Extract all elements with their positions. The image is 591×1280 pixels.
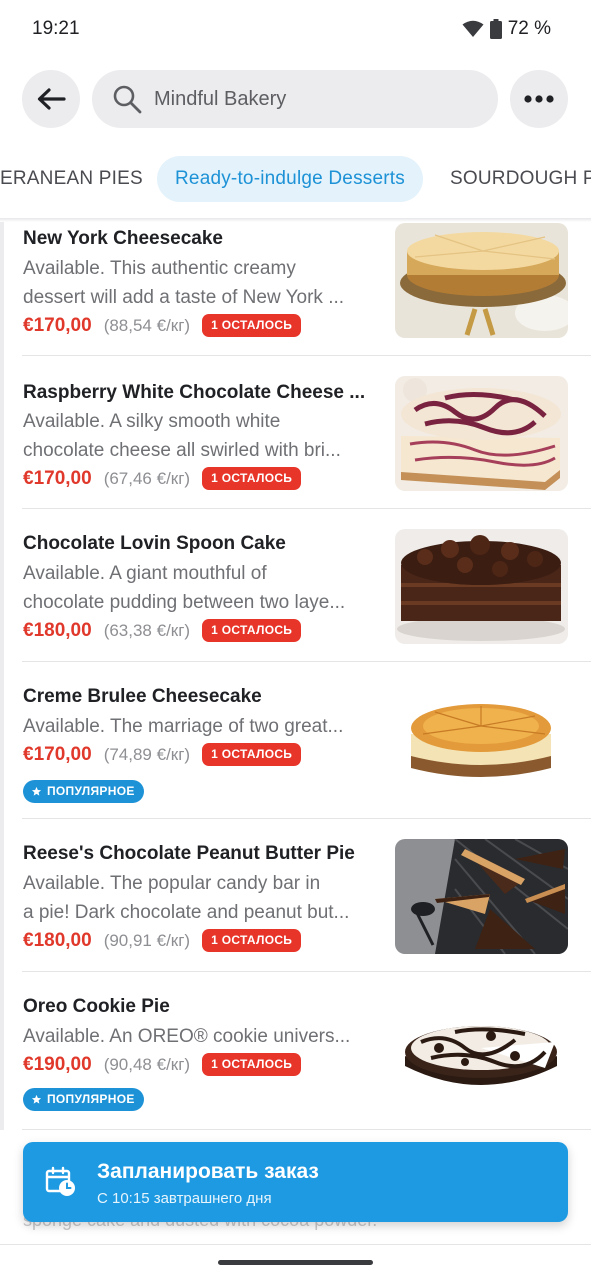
battery-level: 72 % [507,18,551,39]
item-description: Available. A silky smooth white chocolat… [23,407,373,465]
stock-badge: 1 ОСТАЛОСЬ [202,619,302,642]
price-row: €190,00 (90,48 €/кг) 1 ОСТАЛОСЬ [23,1053,302,1076]
star-icon [31,1094,42,1104]
list-item[interactable]: Reese's Chocolate Peanut Butter Pie Avai… [0,819,591,972]
list-item[interactable]: Chocolate Lovin Spoon Cake Available. A … [0,509,591,662]
product-image [395,529,568,644]
tab-ready-to-indulge-desserts[interactable]: Ready-to-indulge Desserts [157,156,423,202]
item-description: Available. An OREO® cookie univers... [23,1022,373,1051]
popular-badge: ПОПУЛЯРНОЕ [23,780,144,803]
list-item[interactable]: New York Cheesecake Available. This auth… [0,222,591,356]
schedule-subtitle: С 10:15 завтрашнего дня [97,1190,272,1207]
item-title: New York Cheesecake [23,228,223,249]
item-description-line: chocolate pudding between two laye... [23,592,346,613]
search-text: Mindful Bakery [154,87,287,110]
item-unit-price: (90,48 €/кг) [103,1054,191,1074]
status-bar: 19:21 72 % [0,0,591,58]
category-tabs: ERANEAN PIES Ready-to-indulge Desserts S… [0,156,591,204]
item-edge [0,222,4,356]
item-description-line: dessert will add a taste of New York ... [23,287,345,308]
status-time: 19:21 [32,18,80,39]
price-row: €180,00 (63,38 €/кг) 1 ОСТАЛОСЬ [23,619,302,642]
item-unit-price: (67,46 €/кг) [103,468,191,488]
product-image [395,839,568,954]
home-indicator[interactable] [218,1260,373,1265]
list-item[interactable]: Oreo Cookie Pie Available. An OREO® cook… [0,972,591,1130]
search-input[interactable]: Mindful Bakery [92,70,498,128]
more-options-button[interactable] [510,70,568,128]
item-price: €170,00 [23,314,92,336]
item-unit-price: (88,54 €/кг) [103,315,191,335]
item-description-line: Available. This authentic creamy [23,258,296,279]
item-price: €180,00 [23,619,92,641]
item-description-line: Available. A giant mouthful of [23,563,267,584]
item-unit-price: (90,91 €/кг) [103,930,191,950]
item-title: Chocolate Lovin Spoon Cake [23,533,286,554]
search-icon [113,85,142,114]
product-image [395,682,568,797]
product-image [395,992,568,1107]
tab-sourdough[interactable]: SOURDOUGH P [450,156,591,202]
stock-badge: 1 ОСТАЛОСЬ [202,743,302,766]
item-edge [0,819,4,972]
product-image [395,223,568,338]
more-dots-icon [524,95,554,103]
item-title: Raspberry White Chocolate Cheese ... [23,382,366,403]
item-description-line: chocolate cheese all swirled with bri... [23,440,341,461]
popular-label: ПОПУЛЯРНОЕ [47,784,135,798]
item-description: Available. A giant mouthful of chocolate… [23,559,373,617]
item-price: €170,00 [23,743,92,765]
stock-badge: 1 ОСТАЛОСЬ [202,1053,302,1076]
item-description-line: Available. The marriage of two great... [23,716,344,737]
search-row: Mindful Bakery [0,70,591,130]
tab-mediterranean-pies[interactable]: ERANEAN PIES [0,156,143,202]
item-description: Available. This authentic creamy dessert… [23,254,373,312]
price-row: €170,00 (74,89 €/кг) 1 ОСТАЛОСЬ [23,743,302,766]
calendar-clock-icon [45,1166,75,1196]
item-title: Reese's Chocolate Peanut Butter Pie [23,843,355,864]
schedule-order-button[interactable]: Запланировать заказ С 10:15 завтрашнего … [23,1142,568,1222]
item-edge [0,972,4,1130]
item-price: €180,00 [23,929,92,951]
item-description-line: Available. A silky smooth white [23,411,281,432]
item-description: Available. The marriage of two great... [23,712,373,741]
status-icons: 72 % [462,18,551,40]
item-edge [0,662,4,819]
item-description-line: a pie! Dark chocolate and peanut but... [23,902,350,923]
item-edge [0,509,4,662]
item-title: Creme Brulee Cheesecake [23,686,262,707]
product-image [395,376,568,491]
popular-badge: ПОПУЛЯРНОЕ [23,1088,144,1111]
price-row: €170,00 (88,54 €/кг) 1 ОСТАЛОСЬ [23,314,302,337]
item-unit-price: (63,38 €/кг) [103,620,191,640]
schedule-title: Запланировать заказ [97,1160,319,1183]
item-description-line: Available. An OREO® cookie univers... [23,1026,351,1047]
stock-badge: 1 ОСТАЛОСЬ [202,314,302,337]
item-unit-price: (74,89 €/кг) [103,744,191,764]
item-edge [0,356,4,509]
item-description-line: Available. The popular candy bar in [23,873,321,894]
list-item[interactable]: Creme Brulee Cheesecake Available. The m… [0,662,591,819]
star-icon [31,786,42,796]
stock-badge: 1 ОСТАЛОСЬ [202,929,302,952]
arrow-back-icon [37,88,66,110]
price-row: €180,00 (90,91 €/кг) 1 ОСТАЛОСЬ [23,929,302,952]
back-button[interactable] [22,70,80,128]
price-row: €170,00 (67,46 €/кг) 1 ОСТАЛОСЬ [23,467,302,490]
item-title: Oreo Cookie Pie [23,996,170,1017]
item-price: €190,00 [23,1053,92,1075]
item-description: Available. The popular candy bar in a pi… [23,869,373,927]
wifi-icon [462,20,484,37]
stock-badge: 1 ОСТАЛОСЬ [202,467,302,490]
battery-icon [489,19,502,39]
item-divider [22,1129,591,1130]
item-price: €170,00 [23,467,92,489]
popular-label: ПОПУЛЯРНОЕ [47,1092,135,1106]
list-item[interactable]: Raspberry White Chocolate Cheese ... Ava… [0,356,591,509]
